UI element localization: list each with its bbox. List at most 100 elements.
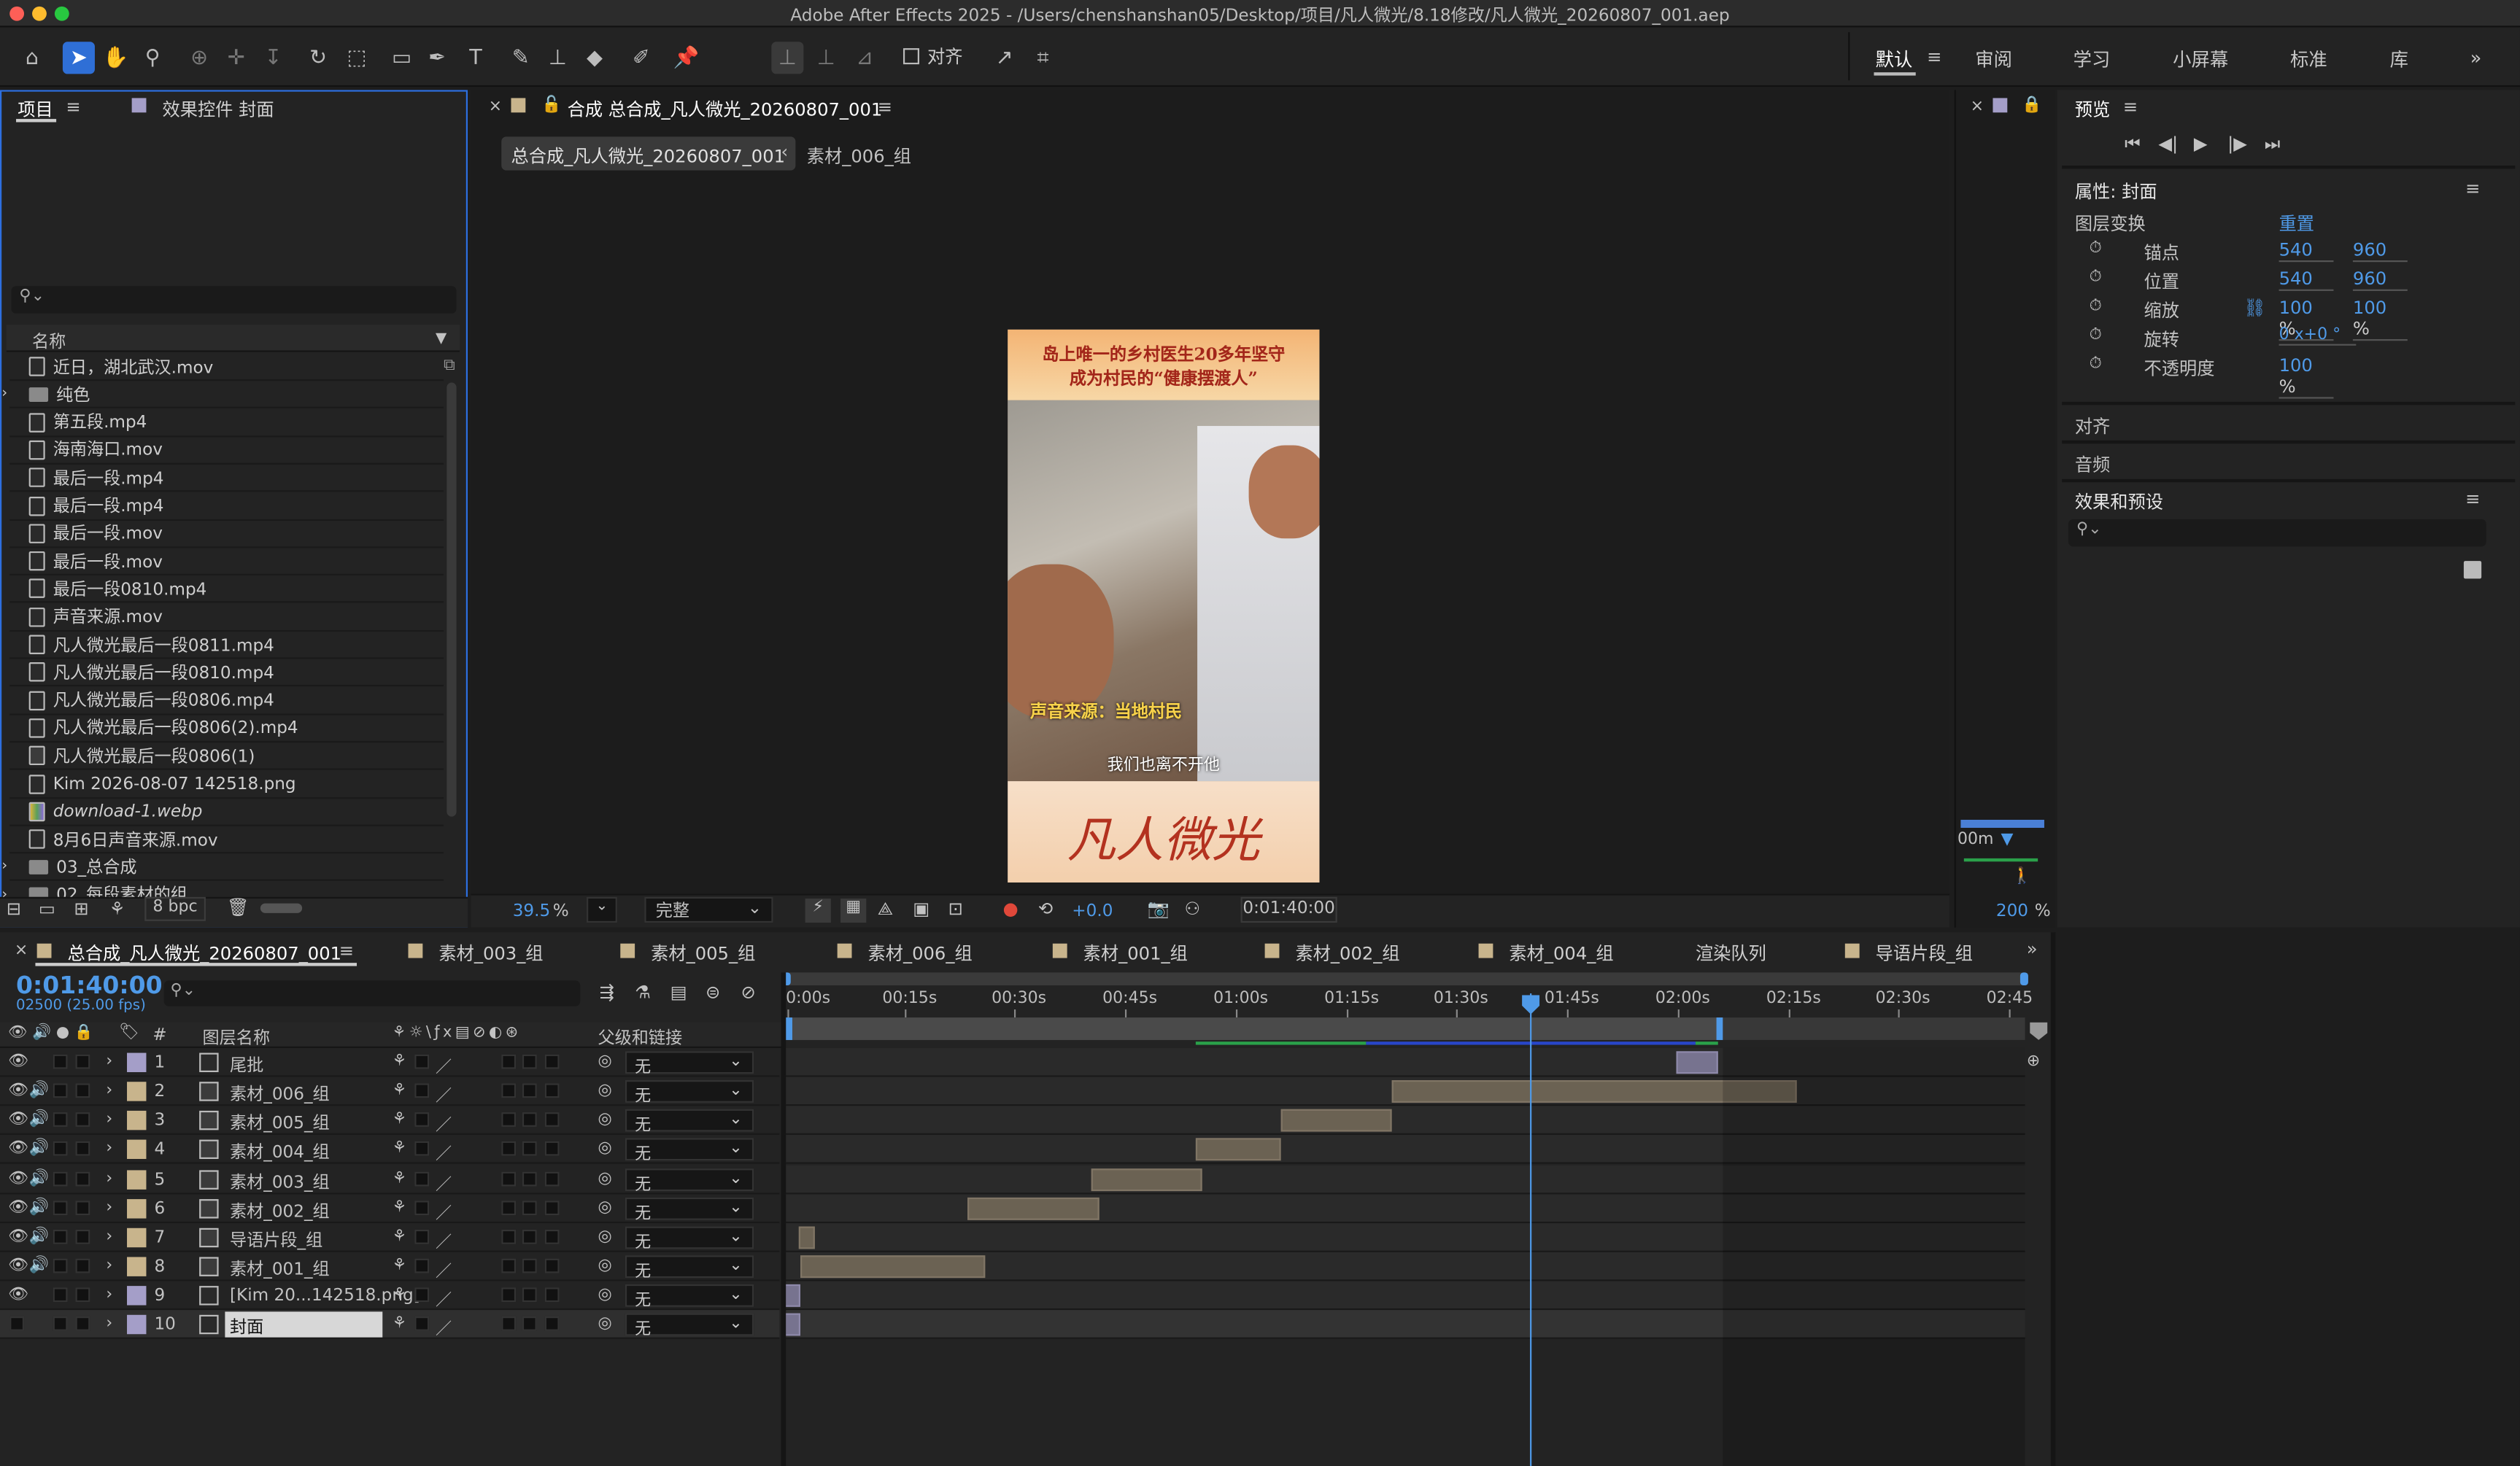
project-item[interactable]: 最后一段0810.mp4 xyxy=(9,576,444,604)
lock-toggle[interactable] xyxy=(75,1171,90,1186)
lock-toggle[interactable] xyxy=(75,1316,90,1332)
quality-slash-icon[interactable]: ／ xyxy=(436,1257,452,1281)
anchor-stopwatch-icon[interactable]: ⏱ xyxy=(2090,239,2102,257)
solo-toggle[interactable] xyxy=(53,1171,68,1186)
layer-switch[interactable] xyxy=(522,1112,537,1128)
position-y-value[interactable]: 960 xyxy=(2352,268,2408,291)
project-item[interactable]: › 03_总合成 xyxy=(1,854,444,882)
lock-toggle[interactable] xyxy=(75,1112,90,1128)
layer-duration-bar[interactable] xyxy=(1280,1109,1392,1133)
pick-whip-icon[interactable]: ◎ xyxy=(598,1257,611,1275)
color-channels-icon[interactable]: ● xyxy=(1003,899,1019,920)
secondary-lock-icon[interactable]: 🔒 xyxy=(2022,96,2041,114)
twirl-chevron-icon[interactable]: › xyxy=(106,1141,112,1158)
dolly-camera-icon[interactable]: ↧ xyxy=(257,42,289,74)
draft-3d-icon[interactable]: ⚗ xyxy=(635,982,651,1004)
rotate-tool-icon[interactable]: ↻ xyxy=(302,42,334,74)
layer-switch[interactable] xyxy=(522,1141,537,1157)
timeline-tab[interactable]: 素材_004_组 xyxy=(1509,940,1613,966)
rotation-stopwatch-icon[interactable]: ⏱ xyxy=(2090,326,2102,344)
workspace-default[interactable]: 默认 xyxy=(1876,47,1913,72)
project-item[interactable]: 近日，湖北武汉.mov xyxy=(9,354,444,381)
align-panel-header[interactable]: 对齐 xyxy=(2075,413,2110,438)
layer-duration-bar[interactable] xyxy=(967,1197,1099,1220)
layer-switch[interactable] xyxy=(522,1287,537,1303)
twirl-chevron-icon[interactable]: › xyxy=(106,1316,112,1333)
project-scrollbar[interactable] xyxy=(447,382,457,817)
project-item[interactable]: 8月6日声音来源.mov xyxy=(9,826,444,854)
bit-depth-button[interactable]: 8 bpc xyxy=(144,896,206,921)
first-frame-icon[interactable]: ⏮ xyxy=(2125,133,2141,156)
solo-toggle[interactable] xyxy=(53,1258,68,1273)
effects-presets-header[interactable]: 效果和预设 xyxy=(2075,489,2163,514)
pick-whip-icon[interactable]: ◎ xyxy=(598,1112,611,1129)
snap-grid-icon[interactable]: ⌗ xyxy=(1027,42,1059,74)
motion-blur-icon[interactable]: ⊘ xyxy=(741,982,755,1004)
lock-toggle[interactable] xyxy=(75,1287,90,1303)
work-area-start-handle[interactable] xyxy=(786,1017,792,1040)
label-color-swatch[interactable] xyxy=(127,1228,147,1247)
twirl-chevron-icon[interactable]: › xyxy=(106,1170,112,1187)
previous-frame-icon[interactable]: ◀| xyxy=(2158,133,2178,155)
secondary-zoom-value[interactable]: 200 xyxy=(1996,901,2028,920)
layer-switch[interactable] xyxy=(522,1316,537,1332)
snapping-toggle[interactable]: 对齐 xyxy=(903,44,962,69)
audio-speaker-icon[interactable]: 🔊 xyxy=(29,1257,49,1275)
layer-name[interactable]: 素材_001_组 xyxy=(230,1257,330,1281)
timeline-tab[interactable]: 素材_001_组 xyxy=(1083,940,1188,966)
layer-switch[interactable] xyxy=(501,1200,517,1215)
parent-dropdown[interactable]: 无 ⌄ xyxy=(625,1255,754,1281)
layer-switch[interactable] xyxy=(522,1083,537,1098)
layer-switch[interactable] xyxy=(544,1229,560,1244)
parent-dropdown[interactable]: 无 ⌄ xyxy=(625,1080,754,1106)
puppet-pin-icon[interactable]: 📌 xyxy=(670,42,703,74)
timeline-tab[interactable]: 素材_005_组 xyxy=(651,940,755,966)
mask-visibility-icon[interactable]: ▣ xyxy=(913,899,929,920)
layer-switch[interactable] xyxy=(522,1171,537,1186)
parent-dropdown[interactable]: 无 ⌄ xyxy=(625,1051,754,1077)
opacity-value[interactable]: 100 % xyxy=(2279,355,2334,399)
layer-switch[interactable] xyxy=(544,1316,560,1332)
mini-time-navigator[interactable] xyxy=(1960,819,2044,829)
collapse-switch[interactable] xyxy=(414,1141,430,1157)
brush-tool-icon[interactable]: ✎ xyxy=(505,42,537,74)
close-comp-tab-icon[interactable]: × xyxy=(489,98,502,115)
effects-menu-icon[interactable]: ≡ xyxy=(2465,489,2480,510)
solo-toggle[interactable] xyxy=(53,1141,68,1157)
name-column-header[interactable]: 名称 xyxy=(32,330,66,354)
layer-switch[interactable] xyxy=(544,1083,560,1098)
project-menu-icon[interactable]: ≡ xyxy=(66,96,80,117)
reset-transform-button[interactable]: 重置 xyxy=(2279,211,2314,236)
quality-slash-icon[interactable]: ／ xyxy=(436,1112,452,1135)
project-item[interactable]: 最后一段.mp4 xyxy=(9,465,444,492)
anchor-y-value[interactable]: 960 xyxy=(2352,239,2408,263)
effect-controls-tab[interactable]: 效果控件 封面 xyxy=(162,96,274,122)
snap-options-icon[interactable]: ↗ xyxy=(989,42,1021,74)
mini-playhead-icon[interactable]: ▼ xyxy=(2001,831,2013,848)
collapse-switch[interactable] xyxy=(414,1200,430,1215)
flowchart-icon[interactable]: ⧉ xyxy=(444,357,455,374)
composition-viewer[interactable]: 岛上唯一的乡村医生20多年坚守 成为村民的“健康摆渡人” 声音来源：当地村民 我… xyxy=(1008,329,1320,883)
visibility-eye-icon[interactable]: 👁 xyxy=(8,1082,28,1100)
layer-switch[interactable] xyxy=(501,1316,517,1332)
layer-switch[interactable] xyxy=(501,1229,517,1244)
shy-switch-icon[interactable]: ⚘ xyxy=(392,1082,406,1100)
shy-switch-icon[interactable]: ⚘ xyxy=(392,1287,406,1304)
lock-toggle[interactable] xyxy=(75,1141,90,1157)
expand-chevron-icon[interactable]: › xyxy=(1,859,7,875)
collapse-switch[interactable] xyxy=(414,1054,430,1069)
pick-whip-icon[interactable]: ◎ xyxy=(598,1316,611,1333)
quality-slash-icon[interactable]: ／ xyxy=(436,1316,452,1339)
audio-speaker-icon[interactable]: 🔊 xyxy=(29,1228,49,1246)
frame-blending-icon[interactable]: ⊜ xyxy=(706,982,720,1004)
twirl-chevron-icon[interactable]: › xyxy=(106,1287,112,1304)
pick-whip-icon[interactable]: ◎ xyxy=(598,1170,611,1187)
layer-switch[interactable] xyxy=(544,1054,560,1069)
solo-toggle[interactable] xyxy=(53,1200,68,1215)
project-item[interactable]: 凡人微光最后一段0806(2).mp4 xyxy=(9,715,444,742)
layer-name[interactable]: 素材_002_组 xyxy=(230,1199,330,1223)
local-axis-icon[interactable]: ⊥ xyxy=(771,42,804,74)
workspace-libraries[interactable]: 库 xyxy=(2390,47,2408,72)
collapse-switch[interactable] xyxy=(414,1316,430,1332)
visibility-eye-icon[interactable]: 👁 xyxy=(8,1170,28,1187)
